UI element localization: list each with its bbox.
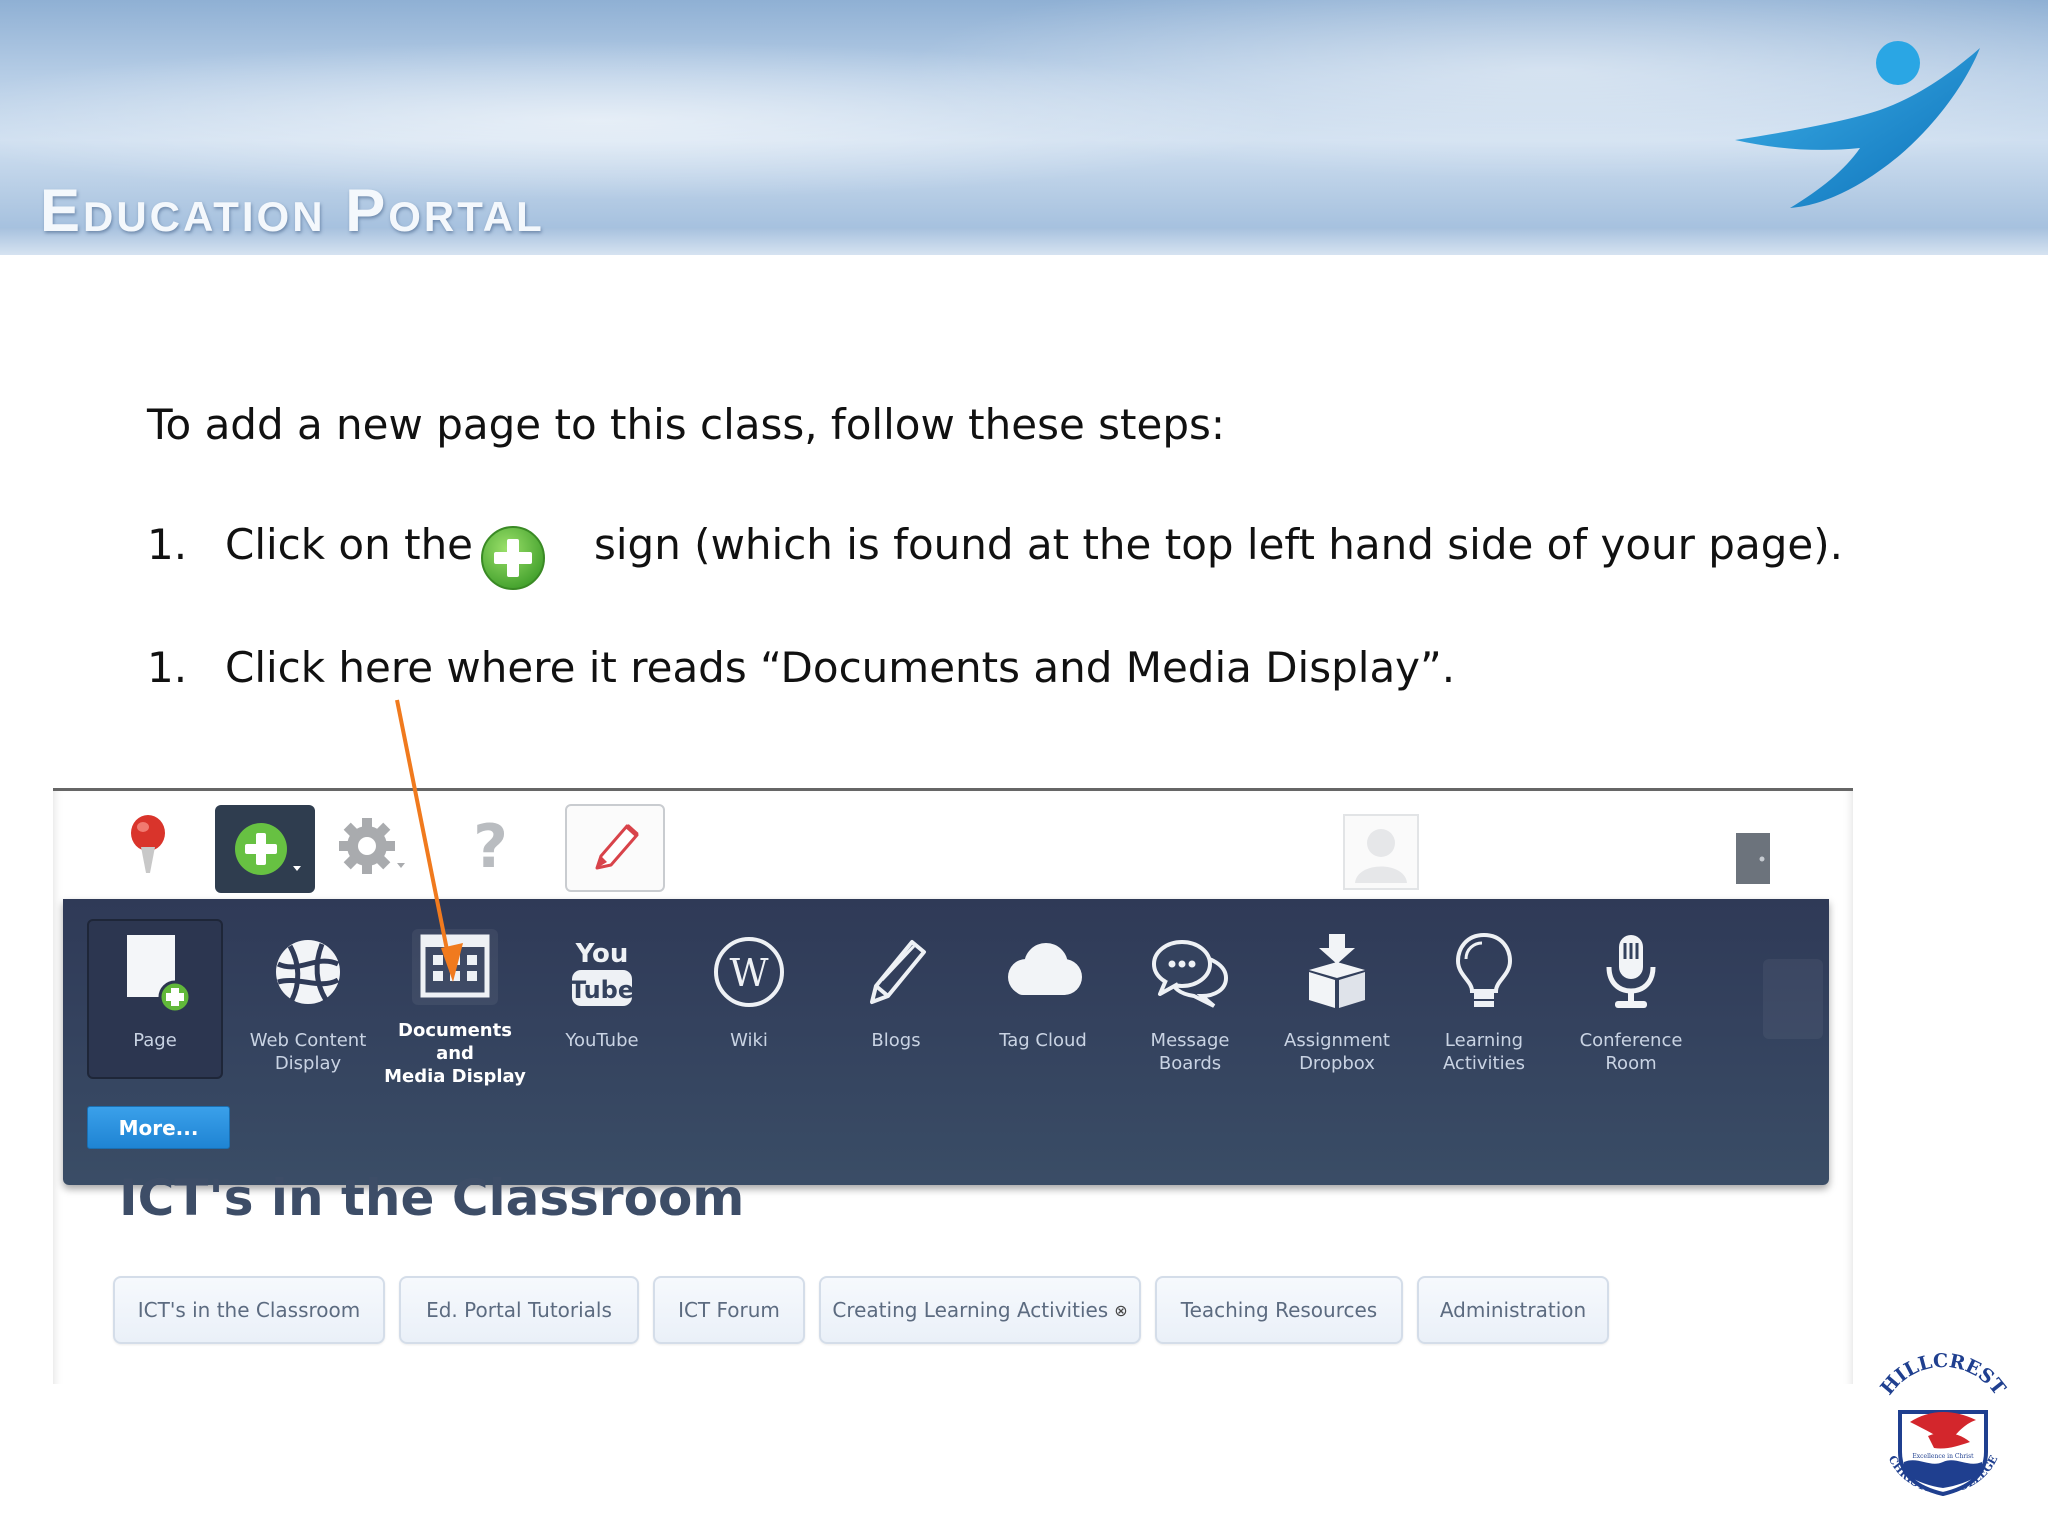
- panel-item-blogs[interactable]: Blogs: [822, 921, 970, 1083]
- avatar[interactable]: [1343, 814, 1419, 890]
- panel-item-youtube[interactable]: You Tube YouTube: [528, 921, 676, 1083]
- panel-next-item: [1763, 959, 1823, 1039]
- panel-item-label: Message Boards: [1150, 1030, 1230, 1074]
- youtube-icon: You Tube: [559, 929, 645, 1015]
- tab-label: ICT's in the Classroom: [137, 1298, 361, 1322]
- banner-title: Education Portal: [40, 177, 545, 244]
- panel-item-documents-media-display[interactable]: Documents and Media Display: [381, 921, 529, 1087]
- step-number: 1.: [147, 643, 188, 692]
- panel-item-page[interactable]: Page: [87, 919, 223, 1079]
- crest-top-text: HILLCREST: [1876, 1352, 2010, 1399]
- tab-label: Creating Learning Activities: [832, 1298, 1109, 1322]
- svg-text:HILLCREST: HILLCREST: [1876, 1352, 2010, 1399]
- dockbar: ?: [53, 791, 1853, 901]
- panel-item-wiki[interactable]: W Wiki: [675, 921, 823, 1083]
- panel-item-label: Tag Cloud: [999, 1030, 1087, 1051]
- tab-label: Ed. Portal Tutorials: [426, 1298, 612, 1322]
- instructions-intro: To add a new page to this class, follow …: [147, 400, 1226, 449]
- step-2: 1. Click here where it reads “Documents a…: [147, 643, 1455, 692]
- pin-icon[interactable]: [118, 811, 178, 881]
- tab-ed-portal-tutorials[interactable]: Ed. Portal Tutorials: [399, 1276, 639, 1344]
- edit-button[interactable]: [565, 804, 665, 892]
- panel-item-label: Assignment Dropbox: [1284, 1030, 1390, 1074]
- panel-item-label: YouTube: [565, 1030, 639, 1051]
- step-text: Click here where it reads “Documents and…: [225, 643, 1456, 692]
- step-text: Click on the: [225, 520, 474, 569]
- dropbox-icon: [1294, 929, 1380, 1015]
- tab-ict-forum[interactable]: ICT Forum: [653, 1276, 805, 1344]
- more-button[interactable]: More...: [87, 1106, 230, 1149]
- globe-icon: [265, 929, 351, 1015]
- panel-item-web-content-display[interactable]: Web Content Display: [234, 921, 382, 1083]
- step-1: 1. Click on the: [147, 520, 473, 569]
- school-crest-icon: HILLCREST CHRISTIAN COLLEGE Excellence i…: [1876, 1352, 2010, 1496]
- sign-out-icon[interactable]: [1733, 831, 1773, 886]
- panel-item-label: Documents and Media Display: [384, 1020, 526, 1087]
- close-icon[interactable]: ⊗: [1114, 1301, 1127, 1320]
- panel-item-learning-activities[interactable]: Learning Activities: [1410, 921, 1558, 1083]
- tab-label: ICT Forum: [678, 1298, 780, 1322]
- tab-label: Teaching Resources: [1180, 1298, 1378, 1322]
- wikipedia-icon: W: [706, 929, 792, 1015]
- add-button[interactable]: [215, 805, 315, 893]
- panel-item-conference-room[interactable]: Conference Room: [1557, 921, 1705, 1083]
- tab-creating-learning-activities[interactable]: Creating Learning Activities ⊗: [819, 1276, 1141, 1344]
- panel-item-label: Wiki: [730, 1030, 768, 1051]
- panel-item-message-boards[interactable]: Message Boards: [1116, 921, 1264, 1083]
- figure-logo-icon: [1735, 41, 1980, 208]
- lightbulb-icon: [1441, 929, 1527, 1015]
- help-icon[interactable]: ?: [453, 809, 528, 884]
- crest-motto: Excellence in Christ: [1912, 1453, 1974, 1460]
- tab-label: Administration: [1439, 1298, 1587, 1322]
- panel-item-label: Page: [133, 1030, 177, 1051]
- tab-icts-in-the-classroom[interactable]: ICT's in the Classroom: [113, 1276, 385, 1344]
- step-number: 1.: [147, 520, 188, 569]
- speech-bubbles-icon: [1147, 929, 1233, 1015]
- cloud-icon: [1000, 929, 1086, 1015]
- grid-icon: [412, 929, 498, 1005]
- panel-item-tag-cloud[interactable]: Tag Cloud: [969, 921, 1117, 1083]
- gear-icon[interactable]: [335, 811, 415, 881]
- tab-teaching-resources[interactable]: Teaching Resources: [1155, 1276, 1403, 1344]
- portal-screenshot: ? Page Web Content Display Documents and…: [53, 788, 1853, 1384]
- panel-item-label: Blogs: [871, 1030, 921, 1051]
- svg-text:W: W: [729, 951, 768, 995]
- page-add-icon: [112, 929, 198, 1015]
- add-panel: Page Web Content Display Documents and M…: [63, 899, 1829, 1185]
- panel-item-label: Conference Room: [1579, 1030, 1683, 1074]
- panel-item-label: Web Content Display: [249, 1030, 367, 1074]
- banner: Education Portal: [0, 0, 2048, 255]
- microphone-icon: [1588, 929, 1674, 1015]
- svg-text:Tube: Tube: [570, 976, 634, 1004]
- panel-item-assignment-dropbox[interactable]: Assignment Dropbox: [1263, 921, 1411, 1083]
- site-title: ICT's in the Classroom: [119, 1169, 745, 1227]
- svg-text:You: You: [575, 939, 629, 969]
- tab-administration[interactable]: Administration: [1417, 1276, 1609, 1344]
- step-text: sign (which is found at the top left han…: [594, 520, 1843, 569]
- panel-item-label: Learning Activities: [1442, 1030, 1526, 1074]
- green-plus-icon: [481, 526, 545, 590]
- pencil-icon: [853, 929, 939, 1015]
